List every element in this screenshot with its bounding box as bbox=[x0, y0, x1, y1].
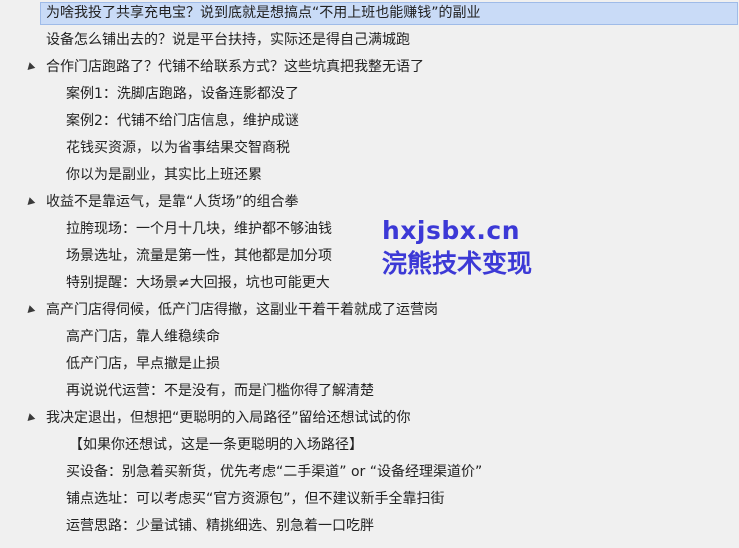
expanded-triangle-icon[interactable] bbox=[24, 62, 36, 73]
outline-item-label: 案例1：洗脚店跑路，设备连影都没了 bbox=[66, 86, 299, 102]
outline-item-label: 低产门店，早点撤是止损 bbox=[66, 356, 220, 372]
outline-item-label: 铺点选址：可以考虑买“官方资源包”，但不建议新手全靠扫街 bbox=[66, 491, 445, 507]
outline-item-selected[interactable]: 为啥我投了共享充电宝？说到底就是想搞点“不用上班也能赚钱”的副业 bbox=[40, 2, 738, 25]
outline-subitem[interactable]: 案例2：代铺不给门店信息，维护成谜 bbox=[0, 110, 739, 133]
expanded-triangle-icon[interactable] bbox=[24, 197, 36, 208]
expanded-triangle-icon[interactable] bbox=[24, 413, 36, 424]
outline-item[interactable]: 设备怎么铺出去的？说是平台扶持，实际还是得自己满城跑 bbox=[0, 29, 739, 52]
outline-subitem[interactable]: 花钱买资源，以为省事结果交智商税 bbox=[0, 137, 739, 160]
outline-subitem[interactable]: 再说说代运营：不是没有，而是门槛你得了解清楚 bbox=[0, 380, 739, 403]
outline-subitem[interactable]: 【如果你还想试，这是一条更聪明的入场路径】 bbox=[0, 434, 739, 457]
outline-subitem[interactable]: 案例1：洗脚店跑路，设备连影都没了 bbox=[0, 83, 739, 106]
outline-item[interactable]: 合作门店跑路了？代铺不给联系方式？这些坑真把我整无语了 bbox=[0, 56, 739, 79]
watermark-url: hxjsbx.cn bbox=[382, 216, 521, 245]
outline-item[interactable]: 高产门店得伺候，低产门店得撤，这副业干着干着就成了运营岗 bbox=[0, 299, 739, 322]
outline-subitem[interactable]: 你以为是副业，其实比上班还累 bbox=[0, 164, 739, 187]
expanded-triangle-icon[interactable] bbox=[24, 305, 36, 316]
outline-item-label: 为啥我投了共享充电宝？说到底就是想搞点“不用上班也能赚钱”的副业 bbox=[46, 5, 481, 21]
outline-subitem[interactable]: 铺点选址：可以考虑买“官方资源包”，但不建议新手全靠扫街 bbox=[0, 488, 739, 511]
outline-subitem[interactable]: 场景选址，流量是第一性，其他都是加分项 bbox=[0, 245, 739, 268]
outline-item-label: 买设备：别急着买新货，优先考虑“二手渠道” or “设备经理渠道价” bbox=[66, 464, 483, 480]
outline-item-label: 高产门店，靠人维稳续命 bbox=[66, 329, 220, 345]
outline-subitem[interactable]: 买设备：别急着买新货，优先考虑“二手渠道” or “设备经理渠道价” bbox=[0, 461, 739, 484]
watermark: hxjsbx.cn 浣熊技术变现 bbox=[382, 216, 532, 279]
outline-item-label: 场景选址，流量是第一性，其他都是加分项 bbox=[66, 248, 332, 264]
outline-item-label: 案例2：代铺不给门店信息，维护成谜 bbox=[66, 113, 299, 129]
outline-subitem[interactable]: 拉胯现场：一个月十几块，维护都不够油钱 bbox=[0, 218, 739, 241]
outline-item[interactable]: 收益不是靠运气，是靠“人货场”的组合拳 bbox=[0, 191, 739, 214]
outline-item[interactable]: 我决定退出，但想把“更聪明的入局路径”留给还想试试的你 bbox=[0, 407, 739, 430]
outline-item-label: 【如果你还想试，这是一条更聪明的入场路径】 bbox=[69, 437, 363, 453]
outline-item-label: 设备怎么铺出去的？说是平台扶持，实际还是得自己满城跑 bbox=[46, 32, 410, 48]
outline-item-label: 我决定退出，但想把“更聪明的入局路径”留给还想试试的你 bbox=[46, 410, 411, 426]
outline-subitem[interactable]: 特别提醒：大场景≠大回报，坑也可能更大 bbox=[0, 272, 739, 295]
outline-item-label: 高产门店得伺候，低产门店得撤，这副业干着干着就成了运营岗 bbox=[46, 302, 438, 318]
outline-item-label: 你以为是副业，其实比上班还累 bbox=[66, 167, 262, 183]
outline-item-label: 花钱买资源，以为省事结果交智商税 bbox=[66, 140, 290, 156]
outline-subitem[interactable]: 高产门店，靠人维稳续命 bbox=[0, 326, 739, 349]
outline-item-label: 合作门店跑路了？代铺不给联系方式？这些坑真把我整无语了 bbox=[46, 59, 424, 75]
outline-item-label: 运营思路：少量试铺、精挑细选、别急着一口吃胖 bbox=[66, 518, 374, 534]
watermark-brand: 浣熊技术变现 bbox=[382, 249, 533, 278]
outline-item-label: 再说说代运营：不是没有，而是门槛你得了解清楚 bbox=[66, 383, 374, 399]
outline-subitem[interactable]: 运营思路：少量试铺、精挑细选、别急着一口吃胖 bbox=[0, 515, 739, 538]
outline-item-label: 拉胯现场：一个月十几块，维护都不够油钱 bbox=[66, 221, 332, 237]
outline-item-label: 特别提醒：大场景≠大回报，坑也可能更大 bbox=[66, 275, 330, 291]
outline-subitem[interactable]: 低产门店，早点撤是止损 bbox=[0, 353, 739, 376]
outline-item-label: 收益不是靠运气，是靠“人货场”的组合拳 bbox=[46, 194, 299, 210]
